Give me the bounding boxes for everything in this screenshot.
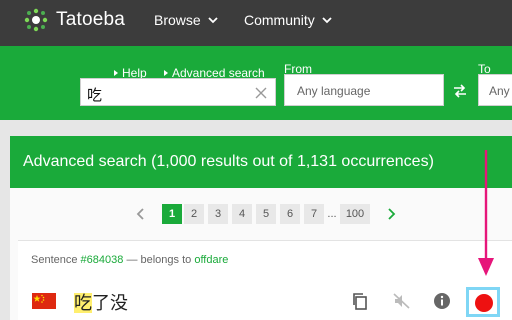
swap-icon[interactable]	[452, 84, 468, 98]
nav-browse[interactable]: Browse	[154, 12, 219, 28]
page-4[interactable]: 4	[232, 204, 252, 224]
page-3[interactable]: 3	[208, 204, 228, 224]
china-flag-icon	[32, 293, 56, 309]
caret-right-icon	[164, 70, 168, 76]
results-title: Advanced search (1,000 results out of 1,…	[23, 153, 434, 170]
sentence-prefix: Sentence	[31, 254, 78, 266]
page-7[interactable]: 7	[304, 204, 324, 224]
audio-muted-icon[interactable]	[392, 291, 412, 311]
top-navbar: Tatoeba Browse Community	[0, 0, 512, 46]
from-language-select[interactable]: Any language	[284, 74, 444, 106]
search-input[interactable]: 吃	[80, 78, 276, 106]
nav-community[interactable]: Community	[244, 12, 333, 28]
sentence-id-link[interactable]: #684038	[81, 254, 124, 266]
belongs-to-text: — belongs to	[126, 254, 192, 266]
prev-page-icon[interactable]	[134, 207, 148, 221]
nav-browse-label: Browse	[154, 12, 201, 28]
sentence-meta: Sentence #684038 — belongs to offdare	[31, 254, 228, 266]
page-6[interactable]: 6	[280, 204, 300, 224]
next-page-icon[interactable]	[384, 207, 398, 221]
copy-icon[interactable]	[350, 291, 370, 311]
page-2[interactable]: 2	[184, 204, 204, 224]
nav-community-label: Community	[244, 12, 315, 28]
search-band: Help Advanced search 吃 From Any language…	[0, 46, 512, 120]
to-language-select[interactable]: Any language	[478, 74, 512, 106]
info-icon[interactable]	[432, 291, 452, 311]
sentence-highlight: 吃	[74, 293, 92, 313]
brand-name[interactable]: Tatoeba	[56, 9, 125, 31]
chevron-down-icon	[322, 17, 332, 24]
tatoeba-logo-icon[interactable]	[24, 8, 48, 32]
record-button[interactable]	[466, 287, 500, 317]
caret-right-icon	[114, 70, 118, 76]
sentence-rest: 了没	[92, 293, 128, 313]
annotation-arrow-icon	[478, 150, 494, 276]
sentence-text[interactable]: 吃了没	[74, 289, 128, 315]
sentence-card: Sentence #684038 — belongs to offdare 吃了…	[18, 240, 512, 320]
chevron-down-icon	[208, 17, 218, 24]
record-icon	[475, 294, 493, 312]
page-ellipsis: ...	[327, 208, 337, 220]
page-5[interactable]: 5	[256, 204, 276, 224]
page-1[interactable]: 1	[162, 204, 182, 224]
page-100[interactable]: 100	[340, 204, 370, 224]
owner-link[interactable]: offdare	[194, 254, 228, 266]
pagination: 1 2 3 4 5 6 7 ... 100	[0, 204, 512, 224]
results-header: Advanced search (1,000 results out of 1,…	[10, 136, 512, 188]
clear-icon[interactable]	[254, 86, 268, 100]
